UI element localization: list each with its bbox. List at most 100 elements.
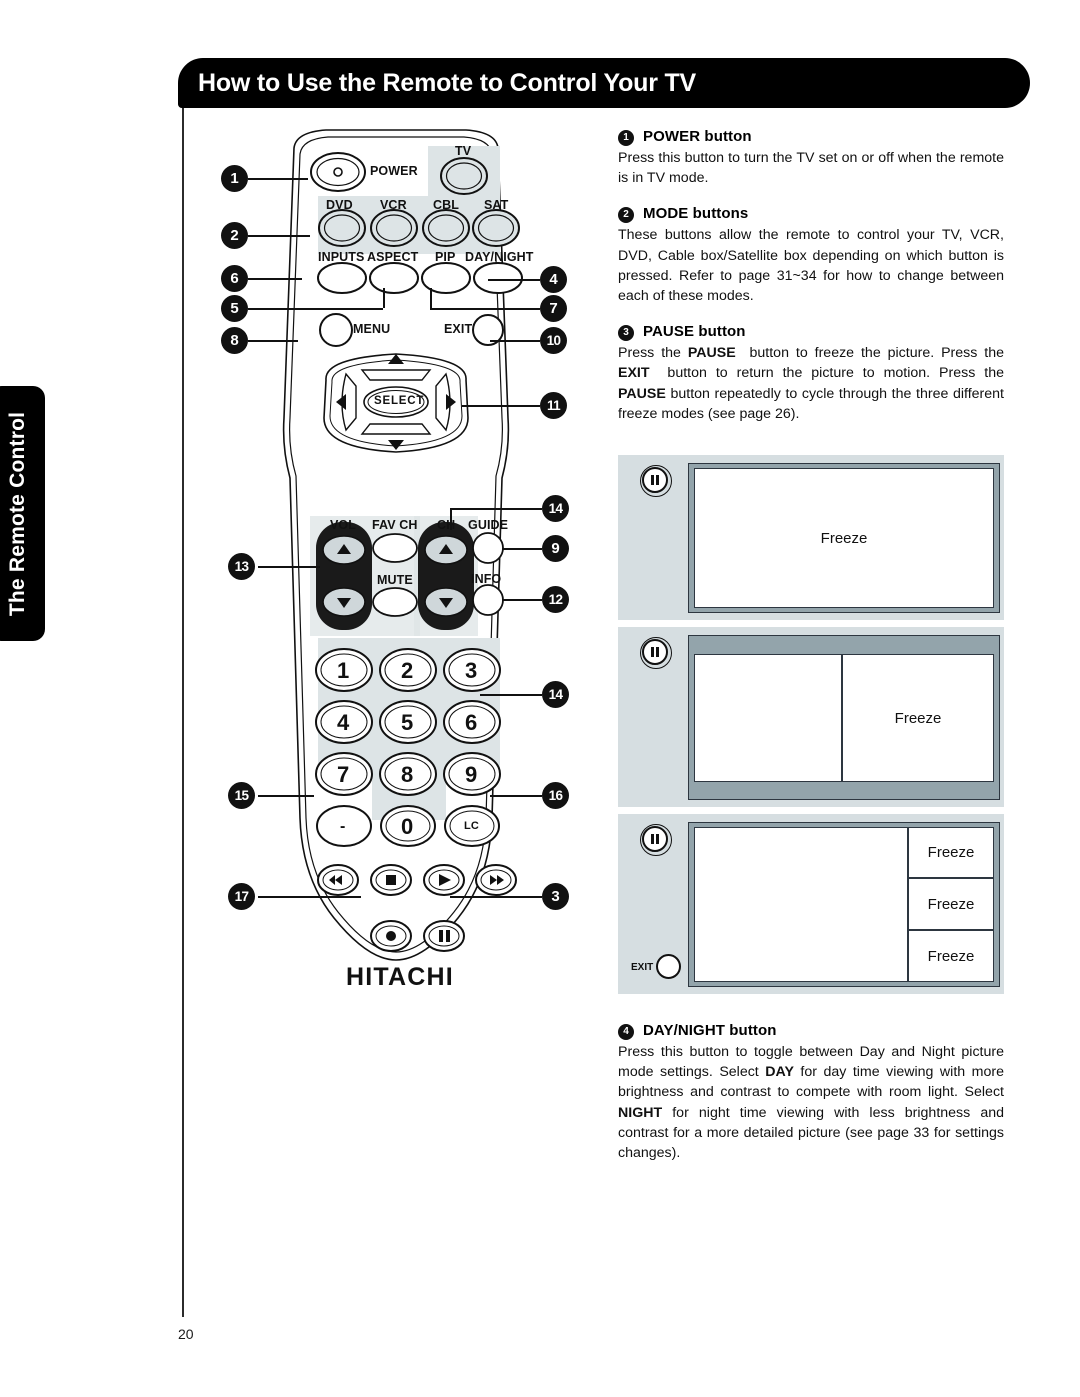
label-dvd: DVD	[326, 198, 353, 212]
freeze-screen-1: Freeze	[694, 468, 994, 608]
key-0: 0	[401, 814, 414, 839]
label-power: POWER	[370, 164, 418, 178]
freeze-diagram-strips: EXIT Freeze Freeze Freeze	[618, 814, 1004, 994]
key-4: 4	[337, 710, 350, 735]
freeze-strip-3: Freeze	[908, 930, 994, 982]
item-title-pause: PAUSE button	[643, 323, 746, 341]
page-vertical-rule	[182, 108, 184, 1317]
callout-14-top: 14	[542, 495, 569, 522]
callout-11: 11	[540, 392, 567, 419]
callout-9: 9	[542, 535, 569, 562]
callout-2: 2	[221, 222, 248, 249]
page-number: 20	[178, 1326, 194, 1342]
freeze-screen-2: Freeze	[842, 654, 994, 782]
leader-17	[258, 896, 361, 898]
label-inputs: INPUTS	[318, 250, 365, 264]
callout-7: 7	[540, 295, 567, 322]
description-item-power: 1 POWER button Press this button to turn…	[618, 128, 1004, 188]
leader-1	[248, 178, 308, 180]
label-vol: VOL	[330, 518, 356, 532]
leader-7-v	[430, 288, 432, 308]
description-list: 1 POWER button Press this button to turn…	[618, 128, 1004, 441]
callout-17: 17	[228, 883, 255, 910]
manual-page: How to Use the Remote to Control Your TV…	[0, 0, 1080, 1397]
item-head: 4 DAY/NIGHT button	[618, 1022, 1004, 1040]
key-7: 7	[337, 762, 350, 787]
leader-9	[502, 548, 542, 550]
callout-8: 8	[221, 327, 248, 354]
leader-5	[248, 308, 383, 310]
freeze-screen-main-blank	[694, 827, 908, 982]
leader-10	[490, 340, 540, 342]
item-body-mode: These buttons allow the remote to contro…	[618, 227, 1004, 305]
label-mute: MUTE	[377, 573, 413, 587]
item-body-power: Press this button to turn the TV set on …	[618, 150, 1004, 187]
label-select: SELECT	[374, 395, 425, 407]
freeze-strip-1: Freeze	[908, 827, 994, 878]
key-6: 6	[465, 710, 478, 735]
remote-control-illustration: POWER TV DVD VCR CBL SAT INPUTS ASPECT P…	[196, 118, 596, 1018]
bullet-3: 3	[618, 325, 634, 342]
leader-4	[488, 279, 540, 281]
leader-14b	[480, 694, 542, 696]
label-daynight: DAY/NIGHT	[465, 250, 534, 264]
leader-12	[502, 599, 542, 601]
callout-10: 10	[540, 327, 567, 354]
key-9: 9	[465, 762, 478, 787]
leader-6	[248, 278, 302, 280]
callout-14-keypad: 14	[542, 681, 569, 708]
label-guide: GUIDE	[468, 518, 509, 532]
freeze-diagram-split: Freeze	[618, 627, 1004, 807]
leader-16	[490, 795, 542, 797]
callout-4: 4	[540, 266, 567, 293]
section-side-tab-label: The Remote Control	[5, 411, 29, 616]
leader-13	[258, 566, 320, 568]
page-title: How to Use the Remote to Control Your TV	[198, 68, 697, 97]
label-info: INFO	[471, 572, 502, 586]
key-8: 8	[401, 762, 414, 787]
exit-label: EXIT	[631, 962, 654, 973]
brand-logo: HITACHI	[346, 963, 454, 991]
description-item-pause: 3 PAUSE button Press the PAUSE button to…	[618, 323, 1004, 424]
leader-3	[450, 896, 542, 898]
key-2: 2	[401, 658, 414, 683]
pause-icon	[640, 637, 672, 669]
bullet-4: 4	[618, 1024, 634, 1040]
callout-15: 15	[228, 782, 255, 809]
item-head: 3 PAUSE button	[618, 323, 1004, 342]
freeze-mode-diagrams: Freeze Freeze EXIT Freeze Freeze Freeze	[618, 455, 1004, 1001]
label-pip: PIP	[435, 250, 456, 264]
label-vcr: VCR	[380, 198, 407, 212]
key-1: 1	[337, 658, 350, 683]
callout-12: 12	[542, 586, 569, 613]
leader-8	[248, 340, 298, 342]
item-body-daynight: Press this button to toggle between Day …	[618, 1044, 1004, 1162]
leader-14a	[450, 508, 542, 510]
item-head: 2 MODE buttons	[618, 205, 1004, 224]
pause-icon	[640, 465, 672, 497]
label-sat: SAT	[484, 198, 509, 212]
key-3: 3	[465, 658, 478, 683]
label-cbl: CBL	[433, 198, 459, 212]
label-aspect: ASPECT	[367, 250, 419, 264]
leader-14a-v	[450, 508, 452, 530]
description-item-daynight: 4 DAY/NIGHT button Press this button to …	[618, 1022, 1004, 1180]
freeze-screen-left-blank	[694, 654, 842, 782]
freeze-diagram-full: Freeze	[618, 455, 1004, 620]
leader-15	[258, 795, 314, 797]
description-item-mode: 2 MODE buttons These buttons allow the r…	[618, 205, 1004, 306]
leader-7	[430, 308, 540, 310]
item-body-pause: Press the PAUSE button to freeze the pic…	[618, 345, 1004, 422]
callout-16: 16	[542, 782, 569, 809]
item-head: 1 POWER button	[618, 128, 1004, 146]
page-header-banner: How to Use the Remote to Control Your TV	[178, 58, 1030, 108]
callout-5: 5	[221, 295, 248, 322]
leader-5-v	[383, 288, 385, 308]
item-title-mode: MODE buttons	[643, 205, 749, 223]
pause-icon	[640, 824, 672, 856]
leader-2	[248, 235, 310, 237]
bullet-1: 1	[618, 130, 634, 146]
label-tv: TV	[455, 144, 472, 158]
key-lc: LC	[464, 820, 479, 832]
key-dash: -	[340, 818, 346, 835]
